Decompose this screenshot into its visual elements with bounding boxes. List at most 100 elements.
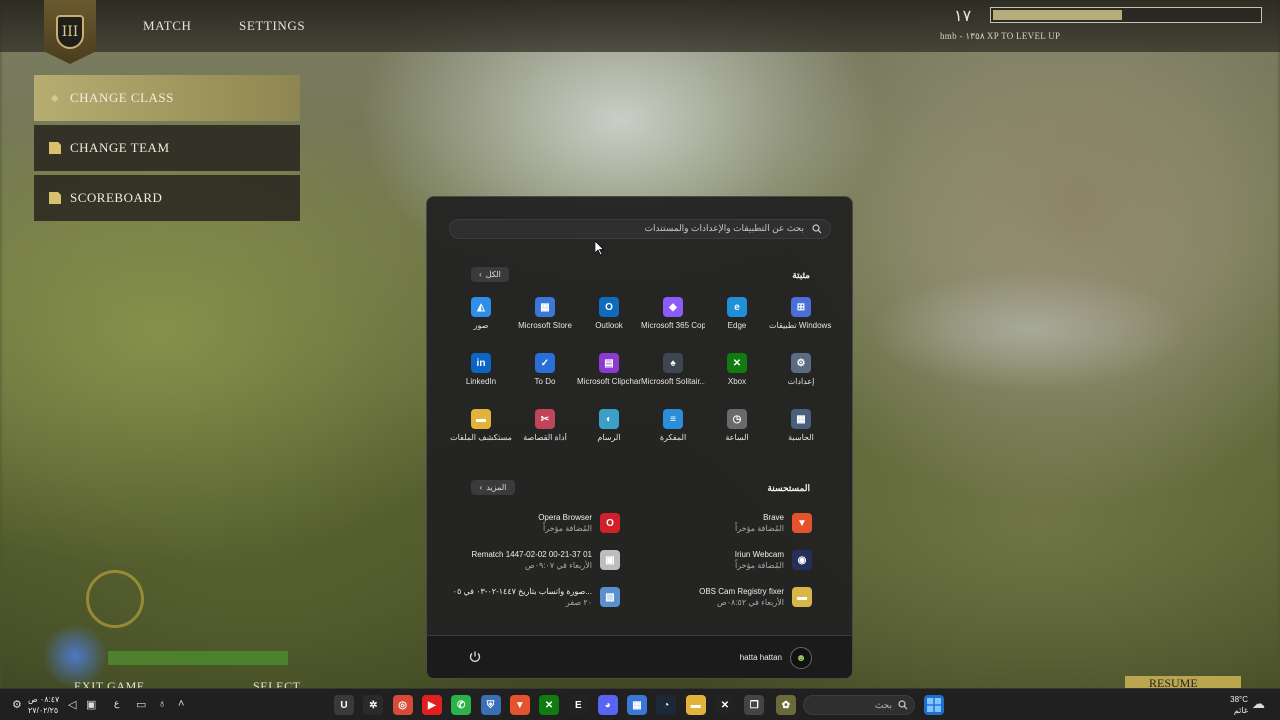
recommended-item[interactable]: ◉ Iriun Webcam المُضافة مؤخراً (642, 546, 812, 576)
pinned-app[interactable]: ✕ Xbox (705, 353, 769, 407)
pinned-app-label: أداة القصاصة (523, 433, 567, 442)
chevron-left-icon: ‹ (479, 270, 482, 279)
taskbar-time: ٠٨:٤٧ ص (28, 695, 60, 704)
xp-progress-bar (990, 7, 1262, 23)
power-icon[interactable] (468, 650, 482, 664)
recommended-item[interactable]: O Opera Browser المُضافة مؤخراً (450, 509, 620, 539)
pinned-app[interactable]: ◷ الساعة (705, 409, 769, 463)
brave-icon: ▼ (792, 513, 812, 533)
recommended-item[interactable]: ▬ OBS Cam Registry fixer الأربعاء في ٠٨:٥٢… (642, 583, 812, 613)
change-team-button[interactable]: CHANGE TEAM (34, 125, 300, 171)
scoreboard-label: SCOREBOARD (70, 190, 163, 205)
keyboard-icon[interactable]: ▭ (136, 698, 146, 711)
nav-settings[interactable]: SETTINGS (239, 18, 305, 34)
pinned-app[interactable]: ◭ صور (449, 297, 513, 351)
pinned-app[interactable]: ◐ الرسام (577, 409, 641, 463)
photos-icon: ◭ (471, 297, 491, 317)
speaker-icon[interactable]: ◁ (68, 698, 76, 711)
epic-games-icon[interactable]: E (568, 695, 589, 715)
pinned-app[interactable]: ◆ Microsoft 365 Copilot (641, 297, 705, 351)
settings-gear-icon[interactable]: ⚙ (12, 698, 22, 711)
taskbar: ⚙ ٠٨:٤٧ ص ٢٧/٠٢/٢٥ ◁ ▣ ع ▭ ♁ ˄ ✿ بحث 38°… (0, 688, 1280, 720)
youtube-icon[interactable]: ▶ (421, 695, 442, 715)
recommended-item[interactable]: ▣ Rematch 1447-02-02 00-21-37 01 الأربعاء … (450, 546, 620, 576)
pinned-app[interactable]: ▦ Microsoft Store (513, 297, 577, 351)
microphone-icon[interactable]: ♁ (158, 698, 166, 710)
recommended-item-title: OBS Cam Registry fixer (699, 587, 784, 596)
steam-icon[interactable]: ◔ (656, 695, 677, 715)
more-button[interactable]: ‹ المزيد (471, 480, 515, 495)
chatgpt-icon[interactable]: ✲ (363, 695, 384, 715)
recommended-section-title: المستحسنة (767, 483, 810, 493)
change-team-label: CHANGE TEAM (70, 140, 170, 155)
user-name[interactable]: hatta hattan (740, 653, 782, 662)
solitaire-icon: ♠ (663, 353, 683, 373)
pinned-app[interactable]: ✓ To Do (513, 353, 577, 407)
network-icon[interactable]: ▣ (86, 698, 96, 711)
pinned-app[interactable]: ✂ أداة القصاصة (513, 409, 577, 463)
recommended-item-title: Rematch 1447-02-02 00-21-37 01 (471, 550, 592, 559)
all-apps-button[interactable]: ‹ الكل (471, 267, 509, 282)
scoreboard-button[interactable]: SCOREBOARD (34, 175, 300, 221)
image-file-icon: ▧ (600, 587, 620, 607)
language-indicator[interactable]: ع (114, 698, 119, 709)
weather-widget[interactable]: 38°C غائم (1226, 694, 1248, 716)
document-icon (48, 141, 62, 155)
pinned-app-label: تطبيقات Windows 10 (769, 321, 833, 330)
explorer-taskbar-icon[interactable]: ▬ (685, 695, 706, 715)
task-view-icon[interactable]: ❐ (744, 695, 765, 715)
start-search-placeholder: بحث عن التطبيقات والإعدادات والمستندات (644, 223, 804, 233)
chrome-icon[interactable]: ◎ (392, 695, 413, 715)
store-taskbar-icon[interactable]: ▦ (627, 695, 647, 715)
pinned-app-label: المفكرة (659, 433, 687, 442)
chevron-left-icon: ‹ (479, 483, 483, 492)
pinned-app[interactable]: O Outlook (577, 297, 641, 351)
video-file-icon: ▣ (600, 550, 620, 570)
change-class-button[interactable]: ◆ CHANGE CLASS (34, 75, 300, 121)
xbox-taskbar-icon[interactable]: ✕ (539, 695, 560, 715)
pinned-app[interactable]: ⊞ تطبيقات Windows 10 (769, 297, 833, 351)
pinned-app-label: Microsoft Solitair... (641, 377, 705, 386)
recommended-item[interactable]: ▧ صورة واتساب بتاريخ ١٤٤٧-٠٢-٠٣ في ٠٥... ٢… (450, 583, 620, 613)
search-icon (812, 224, 822, 234)
start-search-input[interactable]: بحث عن التطبيقات والإعدادات والمستندات (449, 219, 831, 239)
pinned-app[interactable]: ≡ المفكرة (641, 409, 705, 463)
pinned-app[interactable]: e Edge (705, 297, 769, 351)
pinned-app-label: Outlook (595, 321, 623, 330)
xp-progress-fill (993, 10, 1122, 20)
pinned-app[interactable]: ▤ Microsoft Clipchamp (577, 353, 641, 407)
pinned-app[interactable]: in LinkedIn (449, 353, 513, 407)
recommended-item-subtitle: ٢٠ صفر (565, 598, 592, 607)
pinned-app-label: Microsoft Clipchamp (577, 377, 641, 386)
pinned-app-label: مستكشف الملفات (450, 433, 512, 442)
pinned-app[interactable]: ▦ الحاسبة (769, 409, 833, 463)
defender-icon[interactable]: ⛨ (480, 695, 501, 715)
user-avatar[interactable]: ☻ (790, 647, 812, 669)
change-class-label: CHANGE CLASS (70, 90, 174, 105)
recommended-item[interactable]: ▼ Brave المُضافة مؤخراً (642, 509, 812, 539)
recommended-item-subtitle: المُضافة مؤخراً (735, 561, 784, 570)
more-label: المزيد (486, 483, 507, 492)
pinned-app[interactable]: ▬ مستكشف الملفات (449, 409, 513, 463)
windows-start-icon[interactable] (924, 695, 944, 715)
pinned-app-label: To Do (534, 377, 556, 386)
nav-match[interactable]: MATCH (143, 18, 192, 34)
pinned-app[interactable]: ⚙ إعدادات (769, 353, 833, 407)
windows-apps-icon: ⊞ (791, 297, 811, 317)
chevron-up-icon[interactable]: ˄ (178, 698, 184, 710)
whatsapp-icon[interactable]: ✆ (451, 695, 472, 715)
widgets-icon[interactable]: ✿ (776, 695, 796, 715)
weather-temp: 38°C (1230, 695, 1248, 704)
xp-status-text: hmb - ١٣٥٨ XP TO LEVEL UP (940, 31, 1061, 41)
todo-icon: ✓ (535, 353, 555, 373)
capcut-icon[interactable]: ✕ (714, 695, 735, 715)
taskbar-search-input[interactable]: بحث (803, 695, 915, 715)
pinned-app-label: صور (473, 321, 489, 330)
pinned-app[interactable]: ♠ Microsoft Solitair... (641, 353, 705, 407)
discord-icon[interactable]: ◕ (597, 695, 618, 715)
unreal-launcher-icon[interactable]: U (334, 695, 354, 715)
notepad-icon: ≡ (663, 409, 683, 429)
brave-taskbar-icon[interactable]: ▼ (509, 695, 530, 715)
taskbar-clock[interactable]: ٠٨:٤٧ ص ٢٧/٠٢/٢٥ (28, 694, 59, 716)
diamond-icon: ◆ (50, 92, 60, 104)
